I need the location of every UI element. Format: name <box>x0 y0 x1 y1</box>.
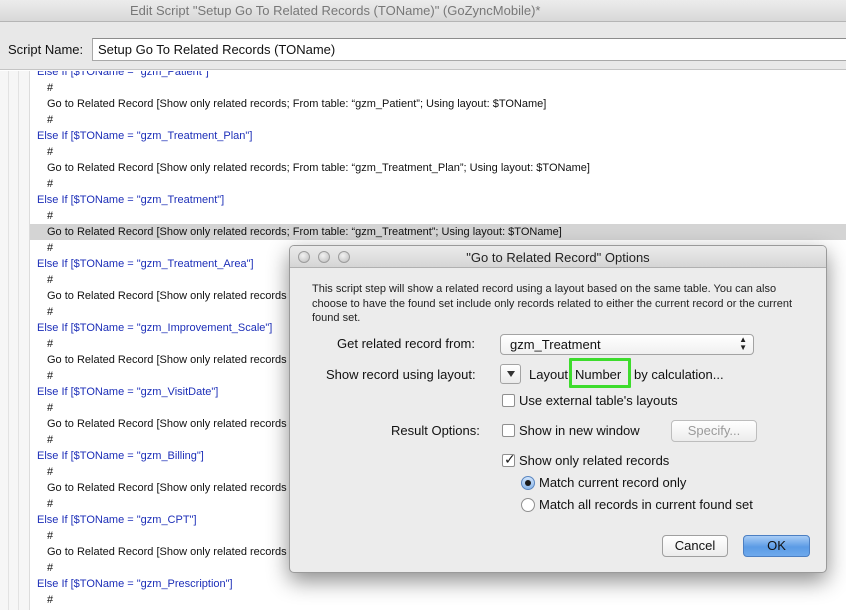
popup-arrows-icon: ▲ ▼ <box>739 335 747 352</box>
triangle-down-icon <box>507 371 515 377</box>
get-related-label: Get related record from: <box>337 336 475 351</box>
script-line-else-if[interactable]: Else If [$TOName = "gzm_Treatment"] <box>30 192 846 208</box>
show-layout-label: Show record using layout: <box>326 367 476 382</box>
layout-text-pre: Layout <box>529 367 569 382</box>
show-new-window-label: Show in new window <box>519 423 640 438</box>
script-line-else-if[interactable]: Else If [$TOName = "gzm_Prescription"] <box>30 576 846 592</box>
script-line-else-if[interactable]: Else If [$TOName = "gzm_Patient"] <box>30 71 846 80</box>
show-only-related-label: Show only related records <box>519 453 670 468</box>
get-related-popup[interactable]: gzm_Treatment ▲ ▼ <box>500 334 754 355</box>
script-line-step[interactable]: Go to Related Record [Show only related … <box>30 224 846 240</box>
show-only-related-checkbox[interactable] <box>502 451 516 468</box>
use-external-checkbox[interactable] <box>502 394 515 407</box>
script-line-comment[interactable]: # <box>30 80 846 96</box>
layout-text-post: by calculation... <box>634 367 724 382</box>
match-current-radio[interactable] <box>521 476 535 490</box>
get-related-value: gzm_Treatment <box>510 337 601 352</box>
script-line-step[interactable]: Go to Related Record [Show only related … <box>30 96 846 112</box>
show-new-window-checkbox[interactable] <box>502 424 515 437</box>
use-external-label: Use external table's layouts <box>519 393 678 408</box>
script-line-comment[interactable]: # <box>30 208 846 224</box>
go-to-related-record-dialog: "Go to Related Record" Options This scri… <box>289 245 827 573</box>
script-line-comment[interactable]: # <box>30 176 846 192</box>
gutter-rule <box>8 71 9 610</box>
cancel-button[interactable]: Cancel <box>662 535 728 557</box>
specify-button[interactable]: Specify... <box>671 420 757 442</box>
gutter-rule <box>18 71 19 610</box>
match-all-label: Match all records in current found set <box>539 497 753 512</box>
script-line-else-if[interactable]: Else If [$TOName = "gzm_Treatment_Plan"] <box>30 128 846 144</box>
script-name-label: Script Name: <box>8 42 84 57</box>
window-titlebar: Edit Script "Setup Go To Related Records… <box>0 0 846 22</box>
result-options-label: Result Options: <box>391 423 480 438</box>
script-line-step[interactable]: Go to Related Record [Show only related … <box>30 160 846 176</box>
match-current-label: Match current record only <box>539 475 687 490</box>
line-gutter <box>0 71 30 610</box>
script-line-comment[interactable]: # <box>30 144 846 160</box>
dialog-description: This script step will show a related rec… <box>312 283 792 324</box>
dialog-titlebar: "Go to Related Record" Options <box>290 246 826 268</box>
number-highlight-box <box>569 358 631 388</box>
window-title: Edit Script "Setup Go To Related Records… <box>130 3 541 18</box>
ok-button[interactable]: OK <box>743 535 810 557</box>
script-line-comment[interactable]: # <box>30 112 846 128</box>
layout-menu-button[interactable] <box>500 364 521 384</box>
script-name-field[interactable]: Setup Go To Related Records (TOName) <box>92 38 846 61</box>
script-line-comment[interactable]: # <box>30 592 846 608</box>
script-name-bar: Script Name: Setup Go To Related Records… <box>0 22 846 70</box>
dialog-title: "Go to Related Record" Options <box>466 250 650 265</box>
match-all-radio[interactable] <box>521 498 535 512</box>
